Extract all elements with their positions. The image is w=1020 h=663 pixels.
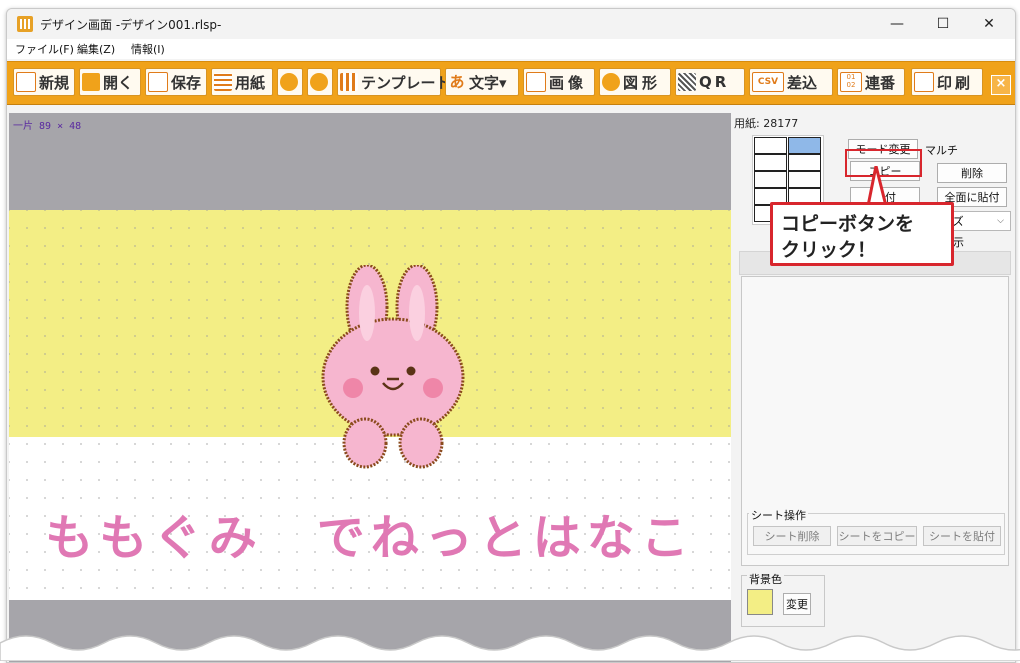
design-sheet[interactable]: ももぐみ でねっとはなこ	[9, 210, 731, 600]
maximize-button[interactable]: ☐	[920, 9, 966, 39]
undo-button[interactable]	[277, 68, 303, 96]
toolbar: 新規 開く 保存 用紙 テンプレート あ 文字▾ 画像 図形 QR CSV 差込…	[7, 61, 1015, 105]
print-icon	[914, 72, 934, 92]
layout-cell[interactable]	[754, 171, 787, 188]
merge-button[interactable]: CSV 差込	[749, 68, 833, 96]
window-title: デザイン画面 -デザイン001.rlsp-	[40, 18, 222, 32]
sheet-ops-title: シート操作	[749, 507, 808, 523]
display-label-fragment: 示	[953, 236, 964, 249]
layout-cell[interactable]	[788, 154, 821, 171]
save-icon	[148, 72, 168, 92]
app-window: デザイン画面 -デザイン001.rlsp- — ☐ ✕ ファイル(F) 編集(Z…	[6, 8, 1016, 663]
menu-info[interactable]: 情報(I)	[131, 41, 165, 57]
serial-button[interactable]: 01 02 連番	[837, 68, 905, 96]
text-button[interactable]: あ 文字▾	[445, 68, 519, 96]
csv-icon: CSV	[752, 72, 784, 92]
sheet-text[interactable]: ももぐみ でねっとはなこ	[9, 498, 731, 568]
new-button[interactable]: 新規	[13, 68, 75, 96]
layout-cell-selected[interactable]	[788, 137, 821, 154]
paper-icon	[214, 73, 232, 91]
toolbar-close-button[interactable]: ×	[991, 75, 1011, 95]
menu-edit[interactable]: 編集(Z)	[77, 41, 115, 57]
background-color-swatch	[747, 589, 773, 615]
sheet-copy-button[interactable]: シートをコピー	[837, 526, 917, 546]
sheet-paste-button[interactable]: シートを貼付	[923, 526, 1001, 546]
open-button[interactable]: 開く	[79, 68, 141, 96]
qr-button[interactable]: QR	[675, 68, 745, 96]
instruction-callout: コピーボタンを クリック！	[770, 202, 954, 266]
app-icon	[17, 16, 33, 32]
background-change-button[interactable]: 変更	[783, 593, 811, 615]
close-button[interactable]: ✕	[966, 9, 1012, 39]
label-size-readout: 一片 89 × 48	[13, 121, 82, 132]
save-button[interactable]: 保存	[145, 68, 207, 96]
menu-file[interactable]: ファイル(F)	[15, 41, 74, 57]
template-icon	[340, 73, 358, 91]
layout-cell[interactable]	[754, 154, 787, 171]
design-canvas: 一片 89 × 48 ももぐみ でねっとはなこ	[9, 113, 731, 662]
new-file-icon	[16, 72, 36, 92]
redo-button[interactable]	[307, 68, 333, 96]
serial-number-icon: 01 02	[840, 72, 862, 92]
template-button[interactable]: テンプレート	[337, 68, 451, 96]
image-icon	[526, 72, 546, 92]
torn-edge-decoration	[0, 635, 1020, 661]
text-icon: あ	[449, 73, 465, 91]
bunny-illustration[interactable]	[309, 265, 475, 471]
qr-icon	[678, 73, 696, 91]
folder-open-icon	[82, 73, 100, 91]
print-button[interactable]: 印刷	[911, 68, 983, 96]
redo-icon	[310, 73, 328, 91]
paper-label: 用紙: 28177	[734, 117, 799, 130]
background-color-title: 背景色	[747, 571, 784, 587]
multi-label: マルチ	[925, 144, 958, 157]
layout-cell[interactable]	[788, 171, 821, 188]
shape-button[interactable]: 図形	[599, 68, 671, 96]
paper-button[interactable]: 用紙	[211, 68, 273, 96]
menu-bar: ファイル(F) 編集(Z) 情報(I)	[7, 39, 1015, 59]
layout-cell[interactable]	[754, 137, 787, 154]
shape-icon	[602, 73, 620, 91]
undo-icon	[280, 73, 298, 91]
sheet-delete-button[interactable]: シート削除	[753, 526, 831, 546]
chevron-down-icon: ⌵	[997, 216, 1004, 226]
minimize-button[interactable]: —	[874, 9, 920, 39]
callout-pointer	[866, 166, 888, 206]
delete-button[interactable]: 削除	[937, 163, 1007, 183]
title-bar: デザイン画面 -デザイン001.rlsp- — ☐ ✕	[7, 9, 1015, 39]
image-button[interactable]: 画像	[523, 68, 595, 96]
